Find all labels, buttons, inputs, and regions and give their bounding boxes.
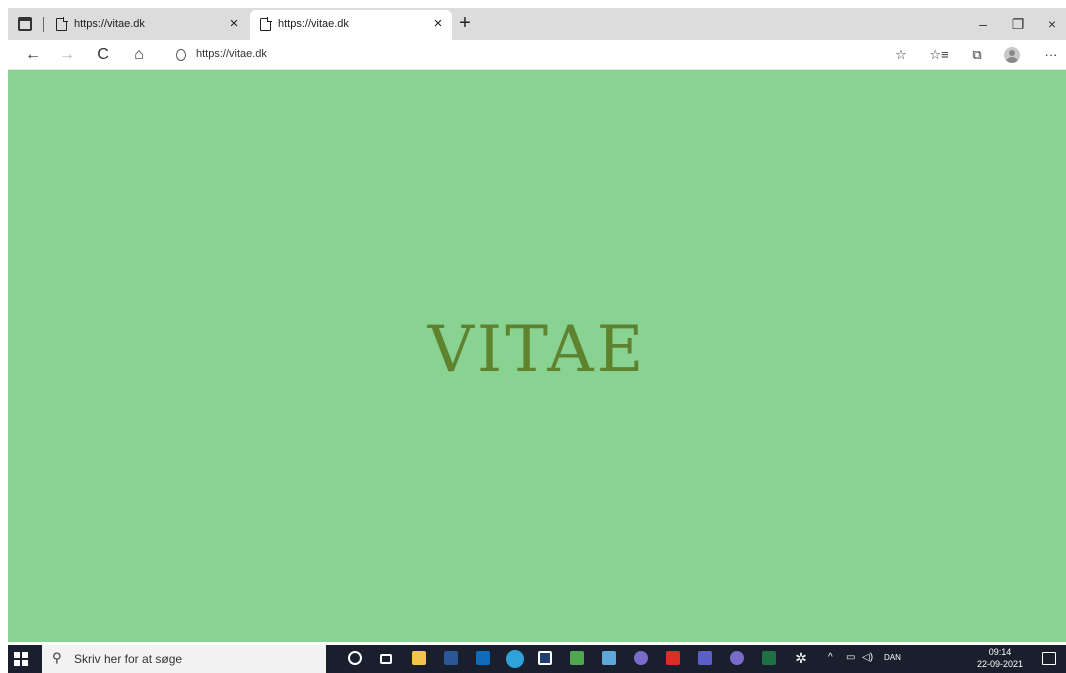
site-info-icon[interactable] — [176, 49, 186, 61]
restore-button[interactable]: ❐ — [1006, 14, 1030, 34]
cortana-icon[interactable] — [348, 651, 362, 665]
task-view-icon[interactable] — [380, 654, 392, 664]
page-icon — [56, 17, 68, 31]
tab-close-icon[interactable]: × — [226, 15, 242, 33]
file-explorer-icon[interactable] — [412, 651, 426, 665]
refresh-button[interactable]: C — [92, 44, 114, 66]
teams-icon[interactable] — [698, 651, 712, 665]
tray-chevron-icon[interactable]: ^ — [828, 652, 833, 663]
tab-title: https://vitae.dk — [278, 18, 349, 30]
taskbar-clock[interactable]: 09:14 22-09-2021 — [973, 646, 1027, 670]
browser-window: https://vitae.dk × https://vitae.dk × + … — [8, 8, 1066, 642]
close-window-button[interactable]: × — [1040, 14, 1064, 34]
taskbar-search-placeholder: Skriv her for at søge — [74, 652, 183, 666]
tab-separator — [43, 17, 44, 32]
outlook-icon[interactable] — [476, 651, 490, 665]
minimize-button[interactable]: – — [971, 14, 995, 34]
site-logo-text: VITAE — [427, 313, 647, 387]
back-button[interactable]: ← — [22, 44, 44, 66]
settings-icon[interactable]: ✲ — [794, 651, 808, 665]
collections-icon[interactable]: ⧉ — [966, 44, 988, 66]
page-icon — [260, 17, 272, 31]
taskbar-search-box[interactable]: ⚲ Skriv her for at søge — [42, 645, 326, 673]
clock-date: 22-09-2021 — [976, 659, 1024, 669]
page-viewport: VITAE — [8, 70, 1066, 642]
tab-actions-icon[interactable] — [18, 17, 32, 31]
navigation-bar: ← → C ⌂ https://vitae.dk ☆ ☆≡ ⧉ ··· — [8, 40, 1066, 70]
forward-button[interactable]: → — [56, 44, 78, 66]
app-icon[interactable] — [730, 651, 744, 665]
tab-close-icon[interactable]: × — [430, 15, 446, 33]
taskbar: ⚲ Skriv her for at søge ✲ ^ ▭ ◁) DAN 09:… — [8, 645, 1066, 673]
volume-icon[interactable]: ◁) — [862, 652, 873, 663]
tab-title: https://vitae.dk — [74, 18, 145, 30]
new-tab-button[interactable]: + — [454, 12, 476, 34]
search-icon: ⚲ — [52, 650, 62, 665]
more-icon[interactable]: ··· — [1040, 44, 1062, 66]
edge-icon[interactable] — [506, 650, 524, 668]
profile-avatar-icon[interactable] — [1004, 47, 1020, 63]
tab-active[interactable]: https://vitae.dk × — [250, 10, 452, 40]
home-button[interactable]: ⌂ — [128, 44, 150, 66]
word-icon[interactable] — [444, 651, 458, 665]
network-icon[interactable]: ▭ — [846, 652, 855, 663]
windows-start-icon[interactable] — [14, 652, 28, 666]
app-icon[interactable] — [602, 651, 616, 665]
app-icon[interactable] — [538, 651, 552, 665]
app-icon[interactable] — [570, 651, 584, 665]
tab-inactive[interactable]: https://vitae.dk × — [46, 10, 246, 40]
language-indicator[interactable]: DAN — [884, 653, 901, 662]
app-icon[interactable] — [634, 651, 648, 665]
tab-strip: https://vitae.dk × https://vitae.dk × + … — [8, 8, 1066, 40]
excel-icon[interactable] — [762, 651, 776, 665]
add-to-favorites-icon[interactable]: ☆ — [890, 44, 912, 66]
notification-center-icon[interactable] — [1042, 652, 1056, 665]
address-url: https://vitae.dk — [196, 48, 267, 60]
favorites-icon[interactable]: ☆≡ — [928, 44, 950, 66]
clock-time: 09:14 — [988, 647, 1012, 657]
acrobat-icon[interactable] — [666, 651, 680, 665]
address-bar[interactable]: https://vitae.dk — [168, 43, 868, 67]
